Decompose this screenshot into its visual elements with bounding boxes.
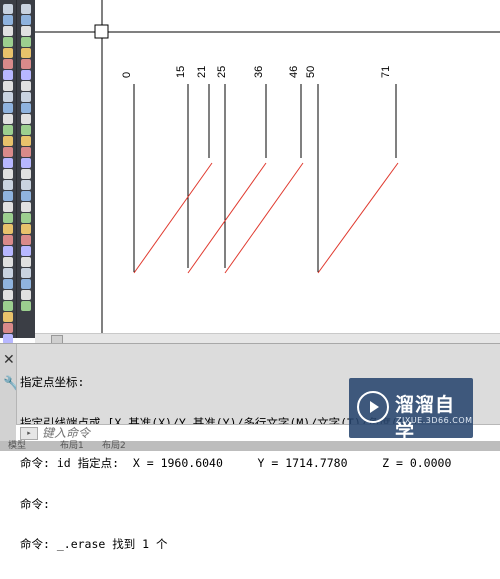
layer-icon[interactable]: [3, 290, 13, 300]
rotate-icon[interactable]: [21, 48, 31, 58]
command-input[interactable]: [42, 425, 342, 441]
group-icon[interactable]: [3, 279, 13, 289]
stretch-icon[interactable]: [21, 70, 31, 80]
svg-text:✕: ✕: [3, 352, 15, 368]
insert-icon[interactable]: [3, 257, 13, 267]
mirror-icon[interactable]: [21, 15, 31, 25]
dimension-label: 36: [253, 66, 265, 78]
move-icon[interactable]: [21, 37, 31, 47]
command-window-handle[interactable]: ✕ 🔧: [0, 344, 20, 451]
properties-icon[interactable]: [3, 301, 13, 311]
scale-icon[interactable]: [21, 59, 31, 69]
break-icon[interactable]: [21, 103, 31, 113]
dimension-label: 15: [175, 66, 187, 78]
play-logo-icon: [357, 391, 389, 423]
circle-icon[interactable]: [3, 15, 13, 25]
selection-icon[interactable]: [21, 301, 31, 311]
dimension-label: 71: [380, 66, 392, 78]
lengthen-icon[interactable]: [21, 180, 31, 190]
leaders-group: 0 15 21 25 36 46 50 71: [121, 66, 399, 274]
array-icon[interactable]: [3, 235, 13, 245]
ellipse-icon[interactable]: [3, 37, 13, 47]
line-icon[interactable]: [3, 125, 13, 135]
copy-icon[interactable]: [21, 4, 31, 14]
modify-toolbar: [16, 0, 35, 338]
dimension-label: 21: [196, 66, 208, 78]
dimension-icon[interactable]: [3, 213, 13, 223]
history-line: 命令:: [20, 496, 50, 511]
attdef-icon[interactable]: [3, 246, 13, 256]
edit-polyline-icon[interactable]: [21, 191, 31, 201]
align-icon[interactable]: [3, 224, 13, 234]
block-icon[interactable]: [3, 180, 13, 190]
extend-icon[interactable]: [21, 92, 31, 102]
dimension-label: 0: [121, 72, 133, 78]
edit-spline-icon[interactable]: [21, 202, 31, 212]
polygon-icon[interactable]: [3, 147, 13, 157]
boundary-icon[interactable]: [3, 81, 13, 91]
history-line: 命令: _.erase 找到 1 个: [20, 537, 168, 551]
region-icon[interactable]: [3, 92, 13, 102]
dimension-label: 25: [216, 66, 228, 78]
polyline-icon[interactable]: [3, 48, 13, 58]
edit-hatch-icon[interactable]: [21, 213, 31, 223]
spline-icon[interactable]: [3, 26, 13, 36]
purge-icon[interactable]: [21, 235, 31, 245]
history-line: 命令: id 指定点: X = 1960.6040 Y = 1714.7780 …: [20, 456, 452, 470]
explode-icon[interactable]: [21, 147, 31, 157]
svg-text:🔧: 🔧: [3, 374, 16, 392]
measure-icon[interactable]: [21, 158, 31, 168]
diagonal-line[interactable]: [317, 162, 399, 274]
command-side-icons: ✕ 🔧: [3, 352, 20, 392]
revcloud-icon[interactable]: [3, 158, 13, 168]
table-icon[interactable]: [3, 103, 13, 113]
orbit-icon[interactable]: [3, 312, 13, 322]
diagonal-line[interactable]: [224, 162, 304, 274]
osnap-icon[interactable]: [21, 246, 31, 256]
horizontal-scrollbar[interactable]: [35, 333, 500, 343]
multileader-icon[interactable]: [3, 202, 13, 212]
fillet-icon[interactable]: [21, 136, 31, 146]
join-icon[interactable]: [21, 114, 31, 124]
point-icon[interactable]: [3, 114, 13, 124]
rectangle-icon[interactable]: [3, 136, 13, 146]
crosshair-pickbox[interactable]: [94, 24, 109, 39]
scrollbar-thumb[interactable]: [51, 335, 63, 343]
gradient-icon[interactable]: [3, 70, 13, 80]
trim-icon[interactable]: [21, 81, 31, 91]
chamfer-icon[interactable]: [21, 125, 31, 135]
polar-icon[interactable]: [21, 268, 31, 278]
arc-icon[interactable]: [3, 4, 13, 14]
transparency-icon[interactable]: [21, 290, 31, 300]
match-icon[interactable]: [21, 224, 31, 234]
text-icon[interactable]: [3, 191, 13, 201]
dimension-label: 46: [288, 66, 300, 78]
watermark: 溜溜自学 ZIXUE.3D66.COM: [349, 378, 473, 443]
view-icon[interactable]: [3, 323, 13, 333]
lineweight-icon[interactable]: [21, 279, 31, 289]
ortho-icon[interactable]: [21, 257, 31, 267]
hatch-icon[interactable]: [3, 59, 13, 69]
draw-toolbar: [0, 0, 16, 355]
drawing-canvas[interactable]: 0 15 21 25 36 46 50 71: [35, 0, 500, 343]
drawing-svg: 0 15 21 25 36 46 50 71: [35, 0, 500, 333]
dimension-label: 50: [305, 66, 317, 78]
command-prompt-icon[interactable]: ▸: [20, 427, 38, 440]
offset-icon[interactable]: [21, 26, 31, 36]
watermark-url: ZIXUE.3D66.COM: [396, 416, 473, 425]
divide-icon[interactable]: [21, 169, 31, 179]
donut-icon[interactable]: [3, 169, 13, 179]
wipeout-icon[interactable]: [3, 268, 13, 278]
